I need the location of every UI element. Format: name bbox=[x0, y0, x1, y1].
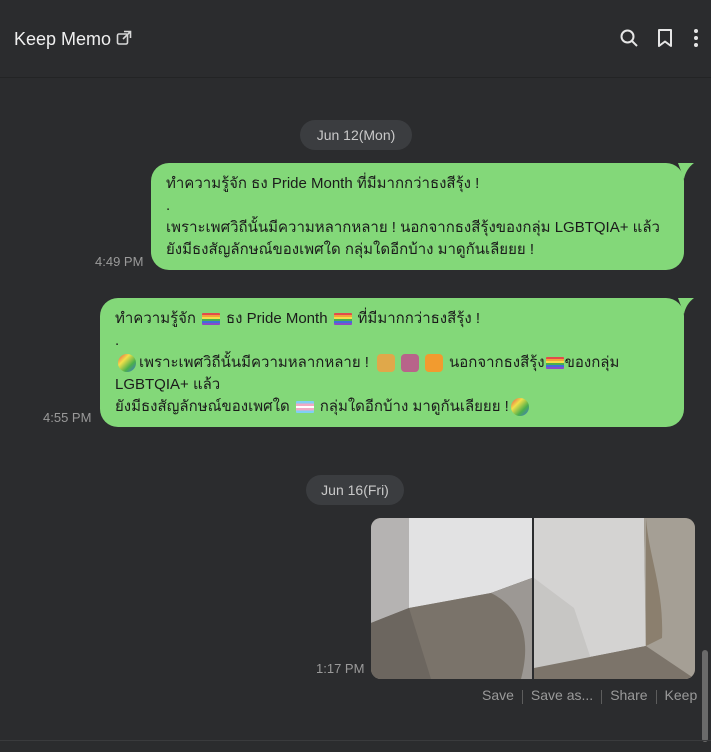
wall-corner-photo bbox=[534, 518, 695, 679]
text-span: เพราะเพศวิถีนั้นมีความหลากหลาย ! bbox=[139, 354, 369, 371]
text-span: ทำความรู้จัก bbox=[115, 310, 197, 327]
image-message[interactable] bbox=[371, 518, 695, 679]
more-vertical-icon[interactable] bbox=[686, 28, 706, 48]
couple-icon bbox=[424, 354, 443, 372]
bottom-divider bbox=[0, 740, 711, 741]
text-span: กลุ่มใดอีกบ้าง มาดูกันเลียยย ! bbox=[319, 398, 509, 415]
trans-flag-icon bbox=[295, 401, 314, 413]
message-time: 4:49 PM bbox=[95, 254, 144, 269]
chat-area[interactable]: Jun 12(Mon) 4:49 PM ทำความรู้จัก ธง Prid… bbox=[0, 78, 698, 752]
header-bar: Keep Memo bbox=[0, 0, 711, 78]
bubble-tail bbox=[678, 163, 694, 179]
people-icon bbox=[376, 354, 395, 372]
wall-corner-photo bbox=[371, 518, 532, 679]
divider bbox=[521, 690, 523, 704]
text-span: ธง Pride Month bbox=[226, 310, 328, 327]
people-icon bbox=[400, 354, 419, 372]
keep-button[interactable]: Keep bbox=[665, 687, 698, 704]
scrollbar-thumb[interactable] bbox=[702, 650, 708, 742]
text-span: ของกลุ่ม bbox=[564, 354, 620, 371]
save-as-button[interactable]: Save as... bbox=[531, 687, 593, 704]
message-line: ยังมีธงสัญลักษณ์ของเพศใด กลุ่มใดอีกบ้าง … bbox=[166, 241, 535, 258]
message-time: 4:55 PM bbox=[43, 410, 92, 425]
search-icon[interactable] bbox=[619, 28, 639, 48]
message-line: . bbox=[115, 332, 120, 349]
message-bubble[interactable]: ทำความรู้จัก ธง Pride Month ที่มีมากกว่า… bbox=[100, 298, 694, 427]
message-line: ยังมีธงสัญลักษณ์ของเพศใด กลุ่มใดอีกบ้าง … bbox=[115, 396, 669, 418]
message-line: . bbox=[166, 197, 171, 214]
message-line: เพราะเพศวิถีนั้นมีความหลากหลาย ! นอกจากธ… bbox=[166, 219, 660, 236]
text-span: ยังมีธงสัญลักษณ์ของเพศใด bbox=[115, 398, 290, 415]
rainbow-face-icon bbox=[118, 354, 136, 372]
save-button[interactable]: Save bbox=[482, 687, 514, 704]
message-line: ทำความรู้จัก ธง Pride Month ที่มีมากกว่า… bbox=[115, 308, 669, 330]
bubble-tail bbox=[678, 298, 694, 314]
date-separator: Jun 16(Fri) bbox=[306, 475, 404, 505]
chat-title[interactable]: Keep Memo bbox=[14, 29, 111, 50]
date-separator: Jun 12(Mon) bbox=[300, 120, 412, 150]
divider bbox=[655, 690, 657, 704]
rainbow-flag-icon bbox=[202, 313, 221, 325]
message-time: 1:17 PM bbox=[316, 661, 365, 676]
text-span: ที่มีมากกว่าธงสีรุ้ง ! bbox=[357, 310, 480, 327]
share-button[interactable]: Share bbox=[610, 687, 647, 704]
rainbow-face-icon bbox=[510, 398, 529, 416]
message-bubble[interactable]: ทำความรู้จัก ธง Pride Month ที่มีมากกว่า… bbox=[151, 163, 694, 270]
divider bbox=[601, 690, 603, 704]
text-span: นอกจากธงสีรุ้ง bbox=[448, 354, 545, 371]
rainbow-flag-icon bbox=[333, 313, 352, 325]
rainbow-flag-icon bbox=[545, 357, 564, 369]
message-line: เพราะเพศวิถีนั้นมีความหลากหลาย ! นอกจากธ… bbox=[115, 352, 669, 374]
external-link-icon[interactable] bbox=[116, 30, 132, 46]
image-actions: Save Save as... Share Keep bbox=[482, 687, 697, 704]
bookmark-icon[interactable] bbox=[655, 28, 675, 48]
message-line: ทำความรู้จัก ธง Pride Month ที่มีมากกว่า… bbox=[166, 175, 480, 192]
message-line: LGBTQIA+ แล้ว bbox=[115, 376, 221, 393]
